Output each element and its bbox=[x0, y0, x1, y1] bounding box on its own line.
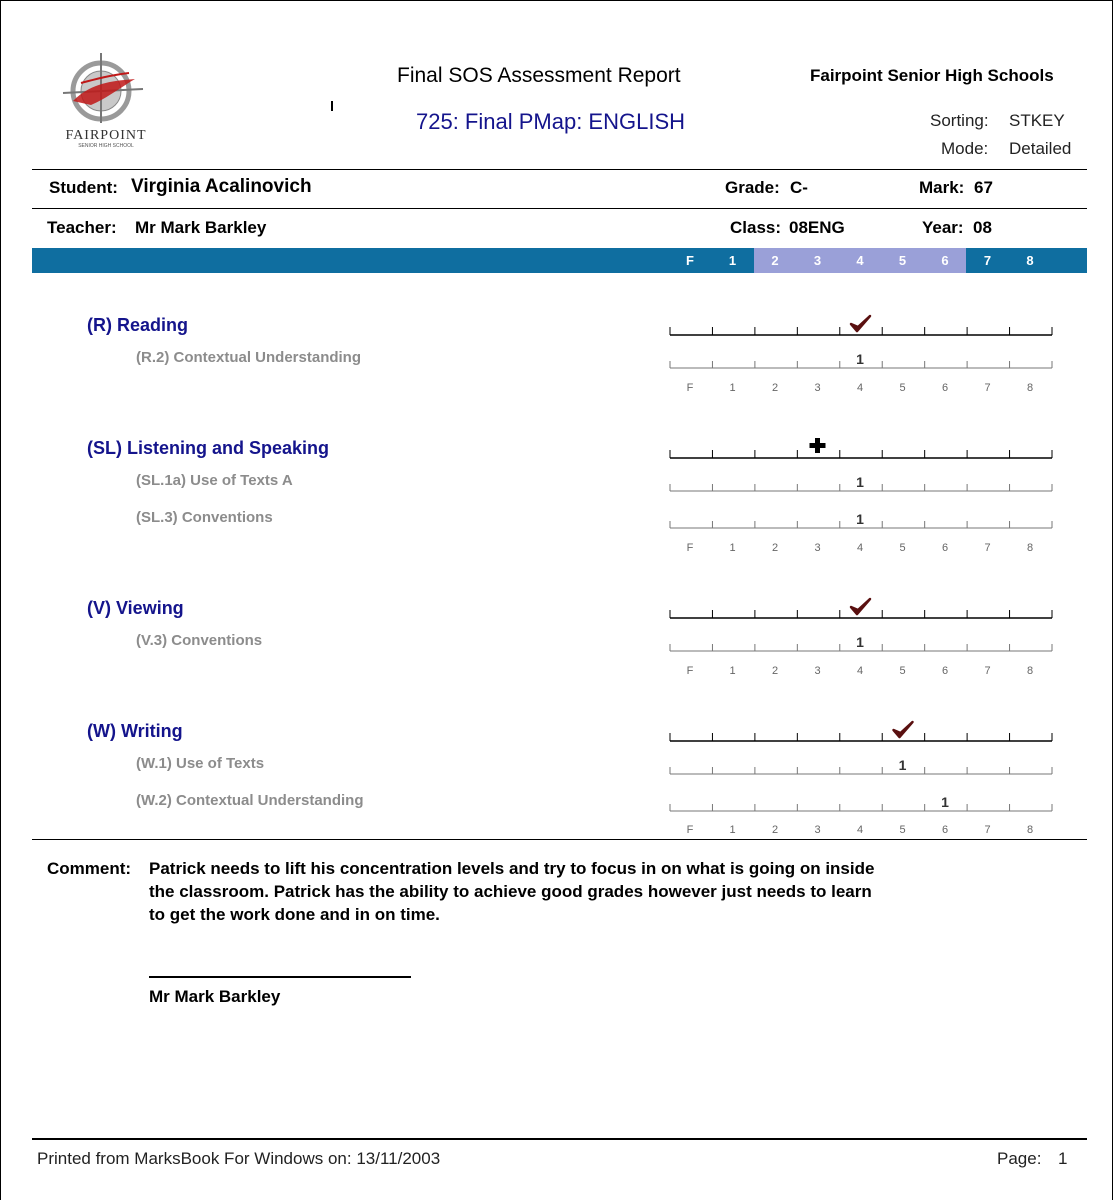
check-mark-icon bbox=[892, 720, 914, 739]
report-page: FAIRPOINT SENIOR HIGH SCHOOL Final SOS A… bbox=[0, 0, 1113, 1200]
comment-line: to get the work done and in on time. bbox=[149, 905, 440, 924]
outcome-value: 1 bbox=[856, 511, 864, 527]
check-mark-icon bbox=[849, 314, 872, 333]
level-scales: 1 1 1 1 1 1 bbox=[669, 314, 1053, 812]
comment-text: Patrick needs to lift his concentration … bbox=[149, 857, 874, 926]
outcome-value: 1 bbox=[899, 757, 907, 773]
plus-mark-icon bbox=[809, 438, 826, 453]
outcome-value: 1 bbox=[856, 474, 864, 490]
outcome-value: 1 bbox=[856, 634, 864, 650]
outcome-scale bbox=[669, 767, 1053, 775]
page-number: 1 bbox=[1058, 1149, 1068, 1168]
divider bbox=[32, 839, 1087, 840]
signature-name: Mr Mark Barkley bbox=[149, 987, 281, 1006]
comment-line: Patrick needs to lift his concentration … bbox=[149, 859, 875, 878]
footer-divider bbox=[32, 1138, 1087, 1140]
outcome-scale bbox=[669, 804, 1053, 812]
page-label: Page: bbox=[997, 1149, 1042, 1168]
strand-scale bbox=[669, 733, 1053, 742]
signature-line bbox=[149, 976, 411, 978]
outcome-value: 1 bbox=[856, 351, 864, 367]
check-mark-icon bbox=[849, 597, 872, 616]
outcome-value: 1 bbox=[941, 794, 949, 810]
comment-label: Comment: bbox=[47, 859, 132, 878]
strand-scale bbox=[669, 450, 1053, 459]
printed-from-text: Printed from MarksBook For Windows on: 1… bbox=[37, 1149, 441, 1168]
comment-line: the classroom. Patrick has the ability t… bbox=[149, 882, 872, 901]
